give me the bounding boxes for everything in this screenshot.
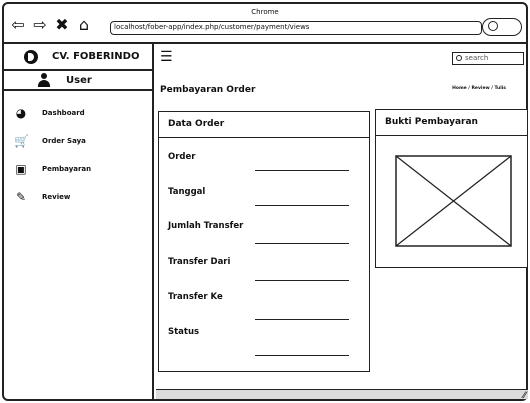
field-value-tanggal[interactable]: [255, 205, 349, 206]
sidebar-item-label: Order Saya: [42, 137, 86, 145]
resize-grip-icon[interactable]: ⁄⁄: [523, 391, 526, 401]
hamburger-menu-icon[interactable]: ☰: [160, 50, 173, 64]
data-order-card: Data Order Order Tanggal Jumlah Transfer…: [158, 111, 370, 372]
breadcrumb[interactable]: Home / Review / Tulis: [452, 86, 506, 91]
sidebar-item-label: Dashboard: [42, 109, 85, 117]
main-content: ☰ search Pembayaran Order Home / Review …: [156, 44, 528, 399]
sidebar-item-dashboard[interactable]: ◕ Dashboard: [4, 99, 152, 127]
sidebar: CV. FOBERINDO User ◕ Dashboard 🛒 Order S…: [4, 44, 154, 399]
browser-nav: ⇦ ⇨ ✖ ⌂: [8, 17, 94, 33]
card-title: Bukti Pembayaran: [376, 110, 527, 136]
bukti-pembayaran-card: Bukti Pembayaran: [375, 109, 528, 268]
brand: CV. FOBERINDO: [4, 44, 152, 71]
browser-titlebar: Chrome ⇦ ⇨ ✖ ⌂ localhost/fober-app/index…: [4, 4, 526, 44]
footer-bar: ⁄⁄: [156, 389, 528, 401]
sidebar-item-pembayaran[interactable]: ▣ Pembayaran: [4, 155, 152, 183]
search-placeholder: search: [465, 54, 489, 62]
search-icon: [456, 55, 462, 61]
forward-icon[interactable]: ⇨: [30, 17, 50, 33]
brand-name: CV. FOBERINDO: [52, 51, 140, 62]
user-icon: [38, 73, 50, 87]
url-bar[interactable]: localhost/fober-app/index.php/customer/p…: [110, 21, 482, 35]
search-icon: [488, 21, 498, 31]
back-icon[interactable]: ⇦: [8, 17, 28, 33]
field-label-jumlah-transfer: Jumlah Transfer: [168, 221, 244, 231]
cart-icon: 🛒: [14, 134, 29, 148]
card-title: Data Order: [159, 112, 369, 138]
field-label-transfer-dari: Transfer Dari: [168, 257, 231, 267]
search-input[interactable]: search: [452, 52, 524, 65]
brand-logo-icon: [24, 49, 38, 64]
field-value-status[interactable]: [255, 355, 349, 356]
field-label-order: Order: [168, 152, 196, 162]
money-icon: ▣: [15, 162, 27, 176]
user-panel[interactable]: User: [4, 71, 152, 91]
field-label-status: Status: [168, 327, 200, 337]
field-value-order[interactable]: [255, 170, 349, 171]
field-label-tanggal: Tanggal: [168, 187, 206, 197]
sidebar-item-order-saya[interactable]: 🛒 Order Saya: [4, 127, 152, 155]
edit-icon: ✎: [15, 190, 27, 204]
home-icon[interactable]: ⌂: [74, 17, 94, 33]
dashboard-icon: ◕: [15, 106, 27, 120]
field-value-transfer-ke[interactable]: [255, 319, 349, 320]
image-placeholder-icon[interactable]: [395, 155, 512, 247]
field-label-transfer-ke: Transfer Ke: [168, 292, 223, 302]
sidebar-item-label: Pembayaran: [42, 165, 92, 173]
field-value-transfer-dari[interactable]: [255, 280, 349, 281]
sidebar-menu: ◕ Dashboard 🛒 Order Saya ▣ Pembayaran ✎ …: [4, 91, 152, 211]
sidebar-item-review[interactable]: ✎ Review: [4, 183, 152, 211]
page-title: Pembayaran Order: [160, 85, 256, 95]
close-icon[interactable]: ✖: [52, 17, 72, 33]
user-label: User: [66, 74, 92, 86]
field-value-jumlah-transfer[interactable]: [255, 243, 349, 244]
browser-search-button[interactable]: [482, 18, 522, 36]
browser-window: Chrome ⇦ ⇨ ✖ ⌂ localhost/fober-app/index…: [2, 2, 528, 401]
sidebar-item-label: Review: [42, 193, 71, 201]
